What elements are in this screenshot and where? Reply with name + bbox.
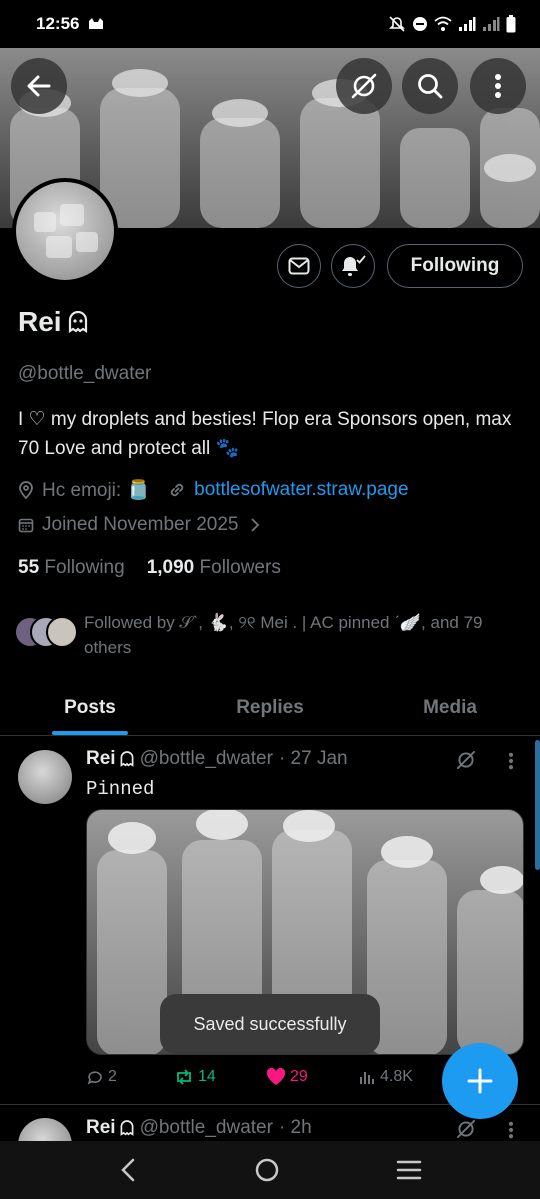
profile-bio: I ♡ my droplets and besties! Flop era Sp… (18, 409, 512, 459)
repost-icon (177, 1069, 191, 1085)
heart-icon (266, 1068, 286, 1085)
followed-by-text: Followed by 𝒮ˋ, 🐇, ୨୧ Mei . | AC pinned … (84, 613, 483, 657)
nav-home-icon[interactable] (254, 1157, 280, 1183)
post-author[interactable]: Rei (86, 748, 134, 770)
tab-media[interactable]: Media (360, 680, 540, 735)
chevron-right-icon[interactable] (250, 517, 260, 533)
following-count-link[interactable]: 55 Following (18, 557, 125, 579)
cat-icon (89, 18, 104, 29)
bell-check-icon (342, 255, 366, 276)
status-bar: 12:56 (0, 0, 540, 48)
ghost-icon (120, 1120, 134, 1136)
like-count: 29 (290, 1068, 308, 1085)
grok-button[interactable] (336, 58, 392, 114)
location-pin-icon (19, 481, 33, 499)
grok-icon[interactable] (455, 1118, 477, 1140)
grok-icon (351, 73, 377, 99)
nav-recents-icon[interactable] (396, 1159, 422, 1181)
profile-meta-joined: Joined November 2025 (18, 514, 268, 536)
post-author-name: Rei (86, 1117, 116, 1138)
profile-name: Rei (18, 306, 88, 338)
profile-handle: @bottle_dwater (18, 363, 152, 384)
post-author-name: Rei (86, 748, 116, 769)
following-label: Following (44, 557, 125, 578)
profile-link[interactable]: bottlesofwater.straw.page (194, 479, 408, 501)
system-nav-bar (0, 1141, 540, 1199)
status-time: 12:56 (36, 14, 80, 33)
post-time: · 2h (278, 1117, 312, 1138)
followers-count: 1,090 (146, 557, 195, 578)
arrow-left-icon (27, 75, 51, 97)
toast-message: Saved successfully (160, 994, 380, 1054)
hc-emoji-label: Hc emoji: 🫙 (42, 480, 151, 501)
post-author[interactable]: Rei (86, 1117, 134, 1139)
post-handle: @bottle_dwater (139, 1117, 273, 1138)
tab-posts[interactable]: Posts (0, 680, 180, 735)
more-vertical-icon[interactable] (508, 752, 514, 770)
followed-by-row[interactable]: Followed by 𝒮ˋ, 🐇, ୨୧ Mei . | AC pinned … (14, 610, 524, 660)
follow-counts: 55 Following 1,090 Followers (18, 557, 281, 579)
tab-replies[interactable]: Replies (180, 680, 360, 735)
followers-count-link[interactable]: 1,090 Followers (147, 557, 281, 579)
nav-back-icon[interactable] (118, 1158, 138, 1182)
status-icons (388, 15, 516, 33)
profile-meta-location: Hc emoji: 🫙 bottlesofwater.straw.page (18, 478, 409, 502)
following-count: 55 (18, 557, 40, 578)
reply-count: 2 (108, 1068, 117, 1085)
followers-label: Followers (199, 557, 281, 578)
dnd-icon (413, 17, 427, 31)
reply-button[interactable]: 2 (86, 1068, 174, 1086)
repost-count: 14 (198, 1068, 216, 1085)
views-count: 4.8K (380, 1068, 413, 1085)
followed-by-avatars (14, 616, 80, 650)
plus-icon (467, 1068, 493, 1094)
signal-icon (459, 17, 476, 31)
wifi-icon (434, 16, 452, 31)
repost-button[interactable]: 14 (174, 1068, 266, 1086)
post-handle: @bottle_dwater (139, 748, 273, 769)
more-button[interactable] (470, 58, 526, 114)
post-text: Pinned (86, 778, 155, 800)
post-header: Rei @bottle_dwater · 27 Jan (86, 748, 348, 770)
battery-icon (506, 15, 516, 33)
signal-icon (483, 17, 500, 31)
ghost-icon (68, 311, 87, 333)
calendar-icon (18, 518, 34, 533)
search-button[interactable] (402, 58, 458, 114)
envelope-icon (288, 257, 310, 275)
profile-tabs: Posts Replies Media (0, 680, 540, 736)
grok-icon[interactable] (455, 749, 477, 771)
profile-avatar[interactable] (12, 178, 118, 284)
post-avatar[interactable] (18, 750, 72, 804)
post-header: Rei @bottle_dwater · 2h (86, 1117, 312, 1139)
avatar (46, 616, 78, 648)
notifications-button[interactable] (331, 244, 375, 288)
joined-date: Joined November 2025 (42, 514, 239, 535)
following-button[interactable]: Following (387, 244, 523, 288)
scrollbar[interactable] (535, 740, 540, 870)
link-icon (170, 483, 184, 497)
views-button[interactable]: 4.8K (358, 1068, 413, 1086)
views-icon (360, 1072, 374, 1084)
search-icon (418, 74, 443, 99)
more-vertical-icon (495, 74, 501, 98)
more-vertical-icon[interactable] (508, 1121, 514, 1139)
compose-button[interactable] (442, 1043, 518, 1119)
mute-icon (389, 16, 405, 32)
ice-cubes-image (34, 204, 98, 258)
post-time: · 27 Jan (278, 748, 348, 769)
profile-name-text: Rei (18, 306, 62, 337)
post-actions: 2 14 29 4.8K (86, 1068, 446, 1086)
like-button[interactable]: 29 (266, 1068, 358, 1086)
ghost-icon (120, 751, 134, 767)
reply-icon (87, 1071, 102, 1085)
back-button[interactable] (11, 58, 67, 114)
message-button[interactable] (277, 244, 321, 288)
